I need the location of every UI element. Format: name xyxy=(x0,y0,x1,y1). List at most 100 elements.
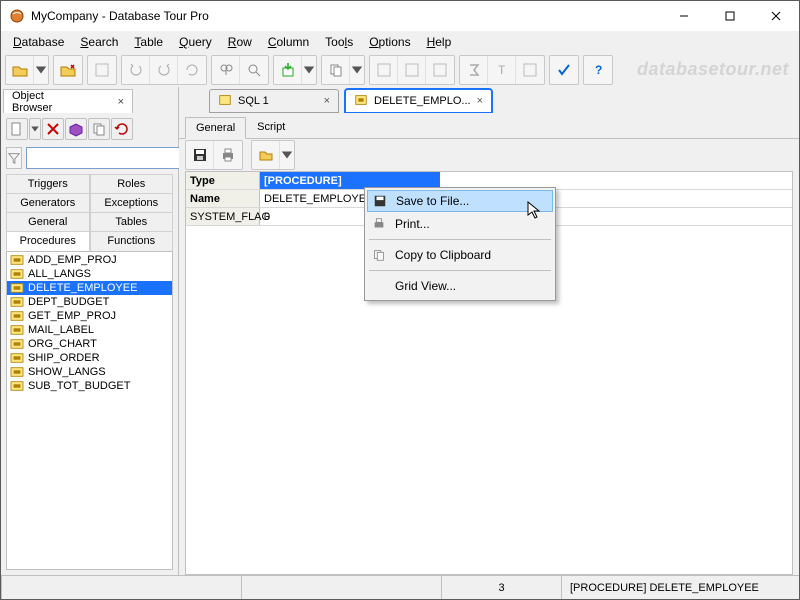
copy-button[interactable] xyxy=(322,56,350,84)
cat-functions[interactable]: Functions xyxy=(90,231,174,251)
undo-button[interactable] xyxy=(122,56,150,84)
list-item[interactable]: MAIL_LABEL xyxy=(7,323,172,337)
delete-object-button[interactable] xyxy=(42,118,64,140)
cat-generators[interactable]: Generators xyxy=(6,193,90,212)
window-controls xyxy=(661,1,799,31)
menu-table[interactable]: Table xyxy=(126,33,171,51)
procedure-icon xyxy=(10,380,24,392)
procedure-icon xyxy=(10,282,24,294)
maximize-button[interactable] xyxy=(707,1,753,31)
menu-row[interactable]: Row xyxy=(220,33,260,51)
list-item[interactable]: SHOW_LANGS xyxy=(7,365,172,379)
content-area: Object Browser × Triggers Roles Generato… xyxy=(1,87,799,575)
status-bar: 3 [PROCEDURE] DELETE_EMPLOYEE xyxy=(1,575,799,599)
cat-tables[interactable]: Tables xyxy=(90,212,174,231)
cat-exceptions[interactable]: Exceptions xyxy=(90,193,174,212)
menu-column[interactable]: Column xyxy=(260,33,317,51)
ctx-copy-clipboard[interactable]: Copy to Clipboard xyxy=(367,243,553,267)
export-dropdown[interactable] xyxy=(302,56,316,84)
open-db-dropdown[interactable] xyxy=(34,56,48,84)
list-item[interactable]: DELETE_EMPLOYEE xyxy=(7,281,172,295)
menu-query[interactable]: Query xyxy=(171,33,220,51)
editor-pane: SQL 1 × DELETE_EMPLO... × General Script xyxy=(179,87,799,575)
list-item[interactable]: DEPT_BUDGET xyxy=(7,295,172,309)
list-item[interactable]: ALL_LANGS xyxy=(7,267,172,281)
new-object-dropdown[interactable] xyxy=(29,118,41,140)
list-item[interactable]: GET_EMP_PROJ xyxy=(7,309,172,323)
filter-button[interactable] xyxy=(6,147,22,169)
filter-input[interactable] xyxy=(26,147,191,169)
item-label: ALL_LANGS xyxy=(28,268,91,280)
list-item[interactable]: SHIP_ORDER xyxy=(7,351,172,365)
text-button[interactable]: T xyxy=(488,56,516,84)
tab-sql1[interactable]: SQL 1 × xyxy=(209,89,339,113)
list-item[interactable]: SUB_TOT_BUDGET xyxy=(7,379,172,393)
cat-roles[interactable]: Roles xyxy=(90,174,174,193)
tab-label: SQL 1 xyxy=(238,95,269,107)
minimize-button[interactable] xyxy=(661,1,707,31)
tool-btn-2[interactable] xyxy=(370,56,398,84)
filter-row xyxy=(1,145,178,171)
tool-btn-1[interactable] xyxy=(88,56,116,84)
ctx-grid-view[interactable]: Grid View... xyxy=(367,274,553,298)
list-item[interactable]: ADD_EMP_PROJ xyxy=(7,253,172,267)
object-browser-pane: Object Browser × Triggers Roles Generato… xyxy=(1,87,179,575)
procedure-icon xyxy=(10,296,24,308)
refresh-objects-button[interactable] xyxy=(111,118,133,140)
menu-options[interactable]: Options xyxy=(361,33,418,51)
print-button[interactable] xyxy=(214,141,242,169)
redo-button[interactable] xyxy=(150,56,178,84)
tool-btn-4[interactable] xyxy=(426,56,454,84)
search-button[interactable] xyxy=(240,56,268,84)
svg-text:T: T xyxy=(498,63,506,77)
item-label: GET_EMP_PROJ xyxy=(28,310,116,322)
object-browser-tab[interactable]: Object Browser × xyxy=(3,89,133,113)
close-db-button[interactable] xyxy=(54,56,82,84)
copy-icon xyxy=(371,247,387,263)
refresh-button[interactable] xyxy=(178,56,206,84)
folder-dropdown[interactable] xyxy=(280,141,294,169)
close-button[interactable] xyxy=(753,1,799,31)
tab-delete-employee[interactable]: DELETE_EMPLO... × xyxy=(345,89,492,113)
sum-button[interactable] xyxy=(460,56,488,84)
grid-label: Name xyxy=(186,190,260,207)
cat-procedures[interactable]: Procedures xyxy=(6,231,90,251)
folder-button[interactable] xyxy=(252,141,280,169)
save-button[interactable] xyxy=(186,141,214,169)
procedure-icon xyxy=(10,352,24,364)
close-icon[interactable]: × xyxy=(477,95,483,107)
menu-search[interactable]: Search xyxy=(72,33,126,51)
item-label: DELETE_EMPLOYEE xyxy=(28,282,137,294)
menu-database[interactable]: Database xyxy=(5,33,72,51)
export-button[interactable] xyxy=(274,56,302,84)
subtab-script[interactable]: Script xyxy=(246,116,296,138)
main-toolbar: T ? databasetour.net xyxy=(1,53,799,87)
ctx-print[interactable]: Print... xyxy=(367,212,553,236)
tool-btn-5[interactable] xyxy=(516,56,544,84)
cat-triggers[interactable]: Triggers xyxy=(6,174,90,193)
find-button[interactable] xyxy=(212,56,240,84)
copy-dropdown[interactable] xyxy=(350,56,364,84)
watermark: databasetour.net xyxy=(637,59,789,80)
ctx-save-to-file[interactable]: Save to File... xyxy=(367,190,553,212)
grid-label: SYSTEM_FLAG xyxy=(186,208,260,225)
cat-general[interactable]: General xyxy=(6,212,90,231)
close-icon[interactable]: × xyxy=(324,95,330,107)
new-object-button[interactable] xyxy=(6,118,28,140)
menu-help[interactable]: Help xyxy=(419,33,460,51)
open-db-button[interactable] xyxy=(6,56,34,84)
copy-object-button[interactable] xyxy=(88,118,110,140)
procedure-list[interactable]: ADD_EMP_PROJALL_LANGS DELETE_EMPLOYEEDEPT… xyxy=(6,251,173,570)
procedure-icon xyxy=(354,93,368,110)
check-button[interactable] xyxy=(550,56,578,84)
procedure-icon xyxy=(10,338,24,350)
list-item[interactable]: ORG_CHART xyxy=(7,337,172,351)
procedure-icon xyxy=(10,268,24,280)
package-button[interactable] xyxy=(65,118,87,140)
menu-tools[interactable]: Tools xyxy=(317,33,361,51)
close-icon[interactable]: × xyxy=(118,96,124,108)
document-tabs: SQL 1 × DELETE_EMPLO... × xyxy=(179,87,799,113)
tool-btn-3[interactable] xyxy=(398,56,426,84)
subtab-general[interactable]: General xyxy=(185,117,246,139)
help-button[interactable]: ? xyxy=(584,56,612,84)
